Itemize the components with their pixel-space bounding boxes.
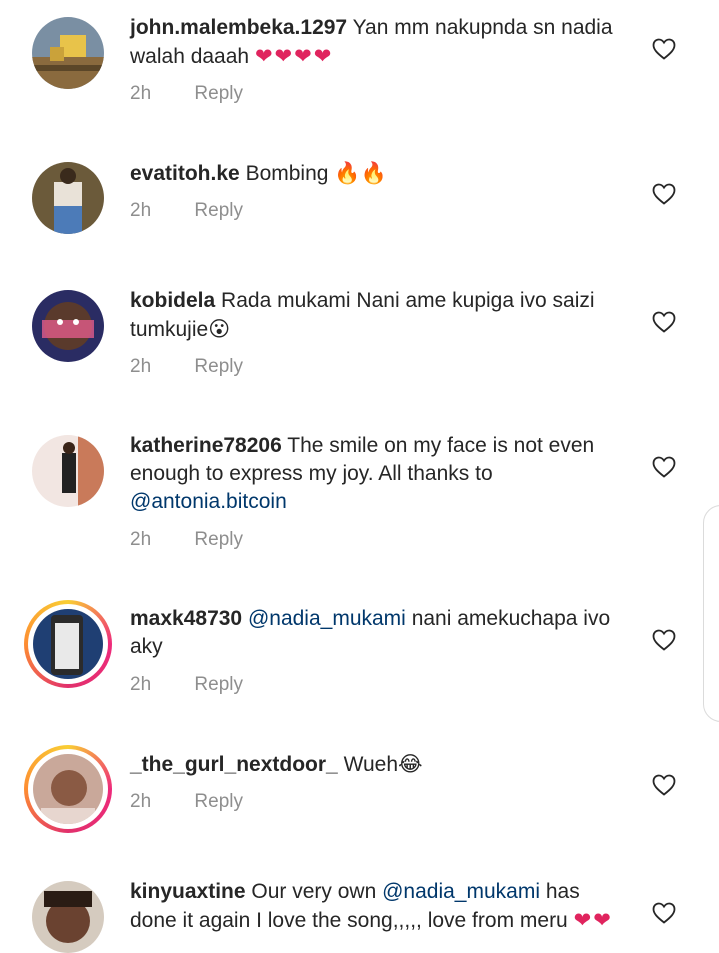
avatar-image [32,881,104,953]
avatar[interactable] [32,17,104,89]
comment-username[interactable]: john.malembeka.1297 [130,16,347,39]
comment-meta: 2h Reply [130,791,243,813]
avatar-image [33,609,103,679]
avatar-image [32,17,104,89]
avatar[interactable] [32,881,104,953]
comment-body: john.malembeka.1297 Yan mm nakupnda sn n… [130,14,630,71]
avatar-image [32,290,104,362]
avatar [33,609,103,679]
comment-username[interactable]: katherine78206 [130,434,282,457]
mention-link[interactable]: @nadia_mukami [382,880,540,903]
avatar-story-ring[interactable] [24,745,112,833]
heart-outline-icon[interactable] [652,183,676,205]
heart-outline-icon[interactable] [652,629,676,651]
heart-outline-icon[interactable] [652,311,676,333]
comment-time: 2h [130,529,152,550]
reply-button[interactable]: Reply [194,674,243,696]
avatar-story-ring[interactable] [24,600,112,688]
avatar [33,754,103,824]
reply-button[interactable]: Reply [194,356,243,378]
mention-link[interactable]: @nadia_mukami [248,607,406,630]
fire-emoji: 🔥🔥 [334,161,387,185]
comment-body: kobidela Rada mukami Nani ame kupiga ivo… [130,287,630,344]
comment-username[interactable]: evatitoh.ke [130,162,240,185]
avatar-image [33,754,103,824]
comment-text: Wueh [343,753,399,776]
comment-body: katherine78206 The smile on my face is n… [130,432,630,516]
comment-meta: 2h Reply [130,674,243,696]
avatar[interactable] [32,290,104,362]
comment-meta: 2h Reply [130,529,243,551]
comment-time: 2h [130,791,152,812]
comment-username[interactable]: kobidela [130,289,215,312]
red-heart-emoji: ❤❤ [573,908,613,932]
comment-body: evatitoh.ke Bombing 🔥🔥 [130,159,630,188]
comment-meta: 2h Reply [130,356,243,378]
laughing-emoji: 😂 [398,752,423,776]
comment-text-before: Our very own [251,880,377,903]
comment-username[interactable]: maxk48730 [130,607,242,630]
reply-button[interactable]: Reply [194,83,243,105]
heart-outline-icon[interactable] [652,774,676,796]
reply-button[interactable]: Reply [194,791,243,813]
comment-time: 2h [130,83,152,104]
avatar[interactable] [32,435,104,507]
avatar[interactable] [32,162,104,234]
reply-button[interactable]: Reply [194,200,243,222]
heart-outline-icon[interactable] [652,38,676,60]
heart-outline-icon[interactable] [652,902,676,924]
side-panel-handle[interactable] [703,505,719,722]
comment-time: 2h [130,200,152,221]
red-heart-emoji: ❤❤❤❤ [254,44,334,68]
comment-meta: 2h Reply [130,200,243,222]
comment-body: maxk48730 @nadia_mukami nani amekuchapa … [130,605,630,661]
heart-outline-icon[interactable] [652,456,676,478]
comment-username[interactable]: _the_gurl_nextdoor_ [130,753,338,776]
comment-text: Bombing [245,162,329,185]
comment-body: _the_gurl_nextdoor_ Wueh😂 [130,750,630,779]
surprised-emoji: 😮 [208,317,231,341]
reply-button[interactable]: Reply [194,529,243,551]
comment-username[interactable]: kinyuaxtine [130,880,246,903]
avatar-image [32,162,104,234]
comment-time: 2h [130,674,152,695]
mention-link[interactable]: @antonia.bitcoin [130,490,287,513]
comment-body: kinyuaxtine Our very own @nadia_mukami h… [130,878,630,935]
avatar-image [32,435,104,507]
comment-time: 2h [130,356,152,377]
comment-meta: 2h Reply [130,83,243,105]
